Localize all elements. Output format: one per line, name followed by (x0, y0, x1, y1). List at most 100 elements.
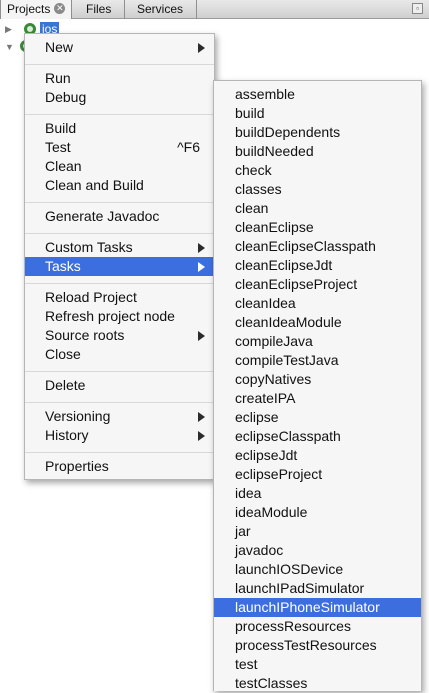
task-item-label: testClasses (235, 675, 308, 691)
task-item-eclipse-jdt[interactable]: eclipseJdt (214, 446, 421, 465)
menu-item-test[interactable]: Test ^F6 (25, 138, 214, 157)
task-item-compile-test-java[interactable]: compileTestJava (214, 351, 421, 370)
menu-item-debug[interactable]: Debug (25, 88, 214, 107)
task-item-test-classes[interactable]: testClasses (214, 674, 421, 693)
task-item-label: idea (235, 485, 262, 501)
task-item-jar[interactable]: jar (214, 522, 421, 541)
menu-item-properties[interactable]: Properties (25, 457, 214, 476)
task-item-clean-eclipse-project[interactable]: cleanEclipseProject (214, 275, 421, 294)
shortcut-label: ^F6 (177, 139, 200, 155)
menu-separator (25, 452, 214, 453)
menu-item-label: New (45, 39, 74, 55)
menu-item-label: Close (45, 346, 81, 362)
menu-item-label: History (45, 427, 89, 443)
menu-separator (25, 202, 214, 203)
task-item-label: launchIPadSimulator (235, 580, 365, 596)
task-item-launch-iphone-simulator[interactable]: launchIPhoneSimulator (214, 598, 421, 617)
menu-item-label: Reload Project (45, 289, 137, 305)
close-icon[interactable]: ✕ (54, 3, 66, 15)
menu-item-generate-javadoc[interactable]: Generate Javadoc (25, 207, 214, 226)
task-item-label: build (235, 105, 265, 121)
minimize-window-icon[interactable]: ▫ (412, 3, 423, 14)
menu-item-close[interactable]: Close (25, 345, 214, 364)
task-item-label: cleanIdeaModule (235, 314, 342, 330)
task-item-javadoc[interactable]: javadoc (214, 541, 421, 560)
tab-projects-label: Projects (7, 2, 51, 16)
task-item-eclipse-classpath[interactable]: eclipseClasspath (214, 427, 421, 446)
menu-item-history[interactable]: History (25, 426, 214, 445)
task-item-clean-idea[interactable]: cleanIdea (214, 294, 421, 313)
tab-bar: Projects ✕ Files Services ▫ (0, 0, 429, 19)
submenu-arrow-icon (198, 431, 205, 441)
task-item-idea-module[interactable]: ideaModule (214, 503, 421, 522)
task-item-launch-iosdevice[interactable]: launchIOSDevice (214, 560, 421, 579)
tab-files[interactable]: Files (72, 0, 125, 19)
task-item-label: eclipseClasspath (235, 428, 341, 444)
task-item-test[interactable]: test (214, 655, 421, 674)
task-item-eclipse[interactable]: eclipse (214, 408, 421, 427)
task-item-clean-eclipse[interactable]: cleanEclipse (214, 218, 421, 237)
task-item-clean-idea-module[interactable]: cleanIdeaModule (214, 313, 421, 332)
menu-item-delete[interactable]: Delete (25, 376, 214, 395)
menu-separator (25, 371, 214, 372)
task-item-clean-eclipse-jdt[interactable]: cleanEclipseJdt (214, 256, 421, 275)
menu-item-build[interactable]: Build (25, 119, 214, 138)
expand-arrow-icon[interactable]: ▶ (5, 24, 12, 35)
submenu-arrow-icon (198, 412, 205, 422)
task-item-build[interactable]: build (214, 104, 421, 123)
menu-item-label: Source roots (45, 327, 125, 343)
task-item-clean-eclipse-classpath[interactable]: cleanEclipseClasspath (214, 237, 421, 256)
task-item-compile-java[interactable]: compileJava (214, 332, 421, 351)
task-item-label: clean (235, 200, 269, 216)
task-item-build-needed[interactable]: buildNeeded (214, 142, 421, 161)
menu-item-label: Tasks (45, 258, 81, 274)
menu-separator (25, 114, 214, 115)
menu-item-tasks[interactable]: Tasks (25, 257, 214, 276)
menu-item-source-roots[interactable]: Source roots (25, 326, 214, 345)
tab-files-label: Files (86, 2, 112, 16)
menu-item-label: Build (45, 120, 77, 136)
menu-item-clean-and-build[interactable]: Clean and Build (25, 176, 214, 195)
task-item-label: buildNeeded (235, 143, 314, 159)
task-item-eclipse-project[interactable]: eclipseProject (214, 465, 421, 484)
task-item-label: launchIPhoneSimulator (235, 599, 380, 615)
task-item-idea[interactable]: idea (214, 484, 421, 503)
task-item-build-dependents[interactable]: buildDependents (214, 123, 421, 142)
menu-item-custom-tasks[interactable]: Custom Tasks (25, 238, 214, 257)
tab-services[interactable]: Services (125, 0, 197, 19)
menu-item-label: Custom Tasks (45, 239, 133, 255)
menu-item-clean[interactable]: Clean (25, 157, 214, 176)
menu-separator (25, 283, 214, 284)
task-item-label: compileTestJava (235, 352, 339, 368)
menu-item-versioning[interactable]: Versioning (25, 407, 214, 426)
menu-item-refresh-project-node[interactable]: Refresh project node (25, 307, 214, 326)
task-item-label: processTestResources (235, 637, 377, 653)
task-item-assemble[interactable]: assemble (214, 85, 421, 104)
menu-item-label: Clean (45, 158, 82, 174)
task-item-label: classes (235, 181, 282, 197)
menu-item-run[interactable]: Run (25, 69, 214, 88)
menu-item-label: Clean and Build (45, 177, 144, 193)
menu-separator (25, 402, 214, 403)
menu-item-new[interactable]: New (25, 38, 214, 57)
task-item-classes[interactable]: classes (214, 180, 421, 199)
tab-projects[interactable]: Projects ✕ (0, 0, 72, 19)
task-item-check[interactable]: check (214, 161, 421, 180)
menu-item-reload-project[interactable]: Reload Project (25, 288, 214, 307)
collapse-arrow-icon[interactable]: ▼ (5, 42, 14, 52)
submenu-arrow-icon (198, 243, 205, 253)
task-item-launch-ipad-simulator[interactable]: launchIPadSimulator (214, 579, 421, 598)
task-item-label: cleanIdea (235, 295, 296, 311)
task-item-copy-natives[interactable]: copyNatives (214, 370, 421, 389)
task-item-create-ipa[interactable]: createIPA (214, 389, 421, 408)
task-item-label: cleanEclipseProject (235, 276, 358, 292)
submenu-arrow-icon (198, 43, 205, 53)
submenu-arrow-icon (198, 331, 205, 341)
task-item-label: copyNatives (235, 371, 312, 387)
menu-item-label: Run (45, 70, 71, 86)
menu-item-label: Versioning (45, 408, 111, 424)
task-item-clean[interactable]: clean (214, 199, 421, 218)
task-item-process-test-resources[interactable]: processTestResources (214, 636, 421, 655)
task-item-process-resources[interactable]: processResources (214, 617, 421, 636)
task-item-label: assemble (235, 86, 295, 102)
